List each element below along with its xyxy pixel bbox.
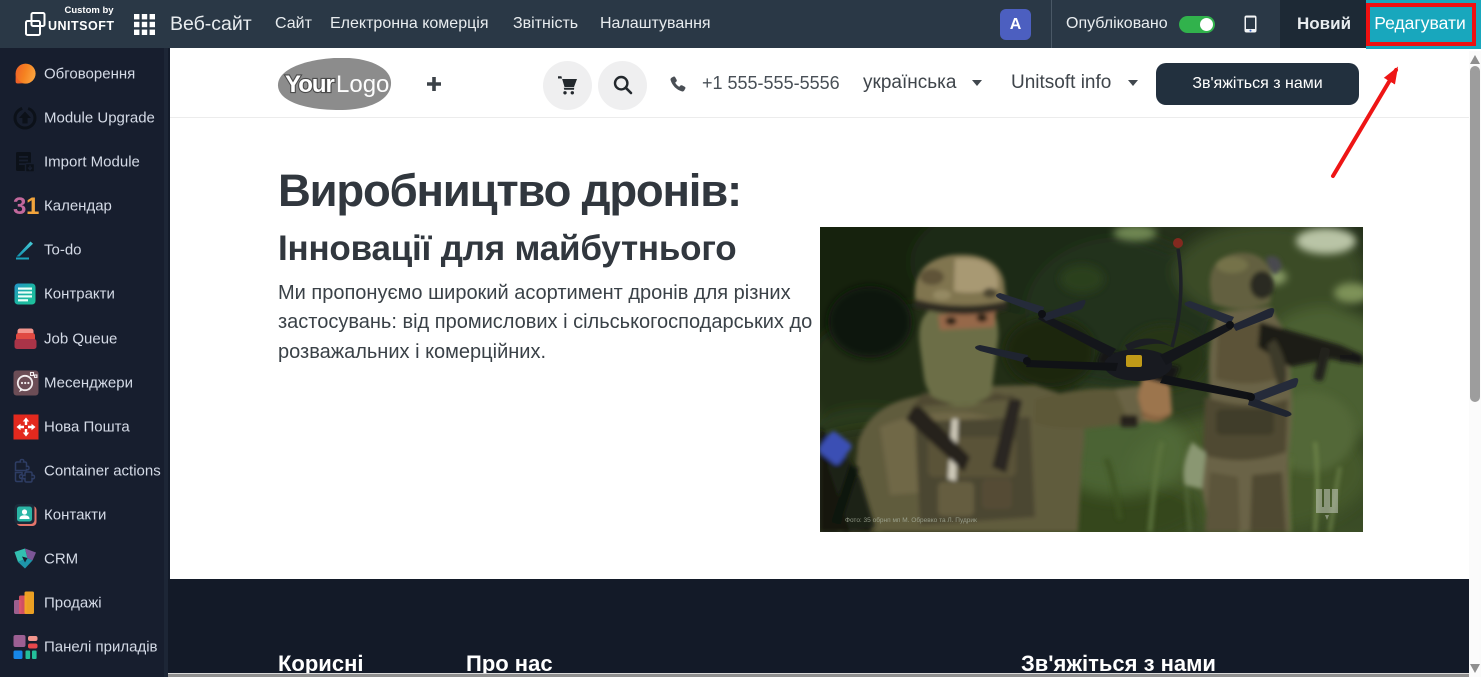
svg-text:1: 1 — [26, 193, 39, 219]
svg-text:Your: Your — [285, 71, 335, 98]
svg-text:3: 3 — [13, 193, 26, 219]
svg-text:Logo: Logo — [336, 71, 389, 98]
svg-text:Фото: 35 обрнп мп М. Обревко т: Фото: 35 обрнп мп М. Обревко та Л. Пудри… — [845, 516, 977, 524]
